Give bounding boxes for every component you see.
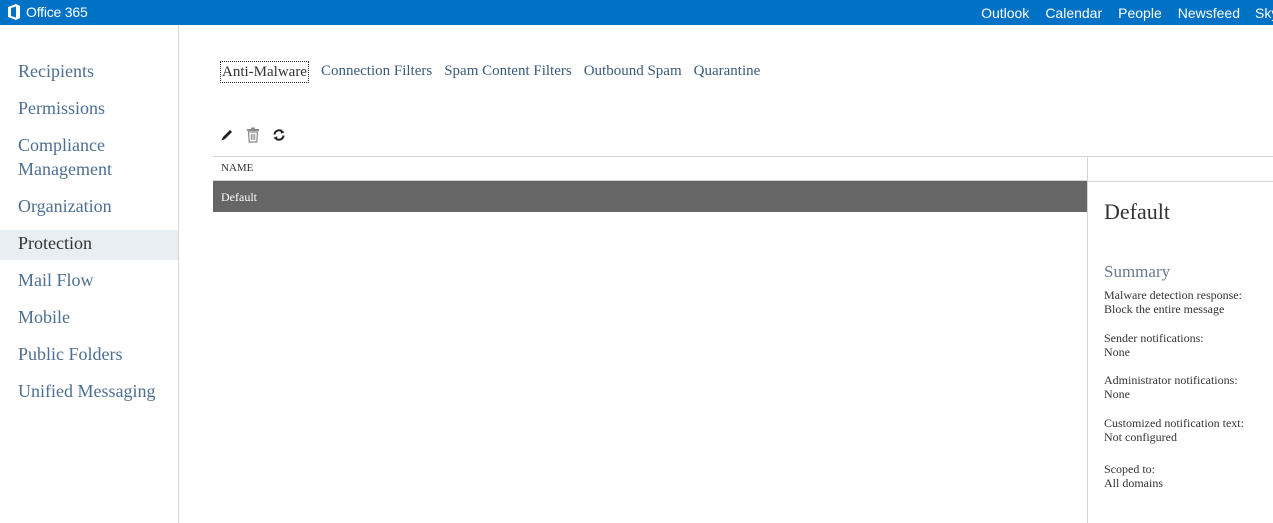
column-header-name[interactable]: NAME <box>213 156 1087 181</box>
office-logo-icon <box>8 4 20 20</box>
field-label: Scoped to: <box>1104 462 1155 476</box>
left-nav: Recipients Permissions Compliance Manage… <box>0 25 179 523</box>
field-label: Malware detection response: <box>1104 288 1242 302</box>
nav-skydrive[interactable]: Sky <box>1255 5 1273 21</box>
nav-item-compliance-line2[interactable]: Management <box>0 157 178 181</box>
field-value: Block the entire message <box>1104 302 1225 316</box>
field-value: Not configured <box>1104 430 1177 444</box>
tab-spam-content-filters[interactable]: Spam Content Filters <box>444 61 572 83</box>
toolbar <box>219 127 297 143</box>
brand[interactable]: Office 365 <box>7 2 88 22</box>
top-nav: Outlook Calendar People Newsfeed Sky <box>965 0 1273 25</box>
nav-item-recipients[interactable]: Recipients <box>0 59 178 83</box>
nav-item-unified-messaging[interactable]: Unified Messaging <box>0 379 178 403</box>
trash-icon <box>247 127 259 143</box>
summary-field-notification-text: Customized notification text: Not config… <box>1104 416 1244 444</box>
nav-people[interactable]: People <box>1118 5 1162 21</box>
field-value: None <box>1104 345 1130 359</box>
top-bar: Office 365 Outlook Calendar People Newsf… <box>0 0 1273 25</box>
tab-outbound-spam[interactable]: Outbound Spam <box>584 61 682 83</box>
summary-field-scoped-to: Scoped to: All domains <box>1104 462 1163 490</box>
details-header <box>1087 156 1273 182</box>
tab-connection-filters[interactable]: Connection Filters <box>321 61 432 83</box>
summary-field-malware-response: Malware detection response: Block the en… <box>1104 288 1242 316</box>
field-value: None <box>1104 387 1130 401</box>
nav-newsfeed[interactable]: Newsfeed <box>1178 5 1240 21</box>
delete-button[interactable] <box>245 127 261 143</box>
tab-anti-malware[interactable]: Anti-Malware <box>220 61 309 83</box>
refresh-button[interactable] <box>271 127 287 143</box>
nav-item-compliance[interactable]: Compliance <box>0 133 178 157</box>
summary-heading: Summary <box>1104 262 1171 281</box>
brand-name: Office 365 <box>26 4 88 20</box>
pencil-icon <box>221 130 232 141</box>
list-row-default[interactable]: Default <box>213 181 1087 212</box>
nav-calendar[interactable]: Calendar <box>1045 5 1102 21</box>
field-label: Administrator notifications: <box>1104 373 1238 387</box>
field-label: Customized notification text: <box>1104 416 1244 430</box>
details-pane: Default Summary Malware detection respon… <box>1087 182 1273 523</box>
policy-list: NAME Default <box>213 156 1087 212</box>
nav-item-mobile[interactable]: Mobile <box>0 305 178 329</box>
tab-bar: Anti-Malware Connection Filters Spam Con… <box>220 61 772 83</box>
refresh-icon <box>273 129 285 141</box>
tab-quarantine[interactable]: Quarantine <box>694 61 761 83</box>
summary-field-admin-notifications: Administrator notifications: None <box>1104 373 1238 401</box>
nav-outlook[interactable]: Outlook <box>981 5 1029 21</box>
edit-button[interactable] <box>219 127 235 143</box>
nav-item-permissions[interactable]: Permissions <box>0 96 178 120</box>
field-value: All domains <box>1104 476 1163 490</box>
details-title: Default <box>1104 199 1170 224</box>
nav-item-mail-flow[interactable]: Mail Flow <box>0 268 178 292</box>
nav-item-protection[interactable]: Protection <box>0 230 178 260</box>
nav-item-organization[interactable]: Organization <box>0 194 178 218</box>
nav-item-public-folders[interactable]: Public Folders <box>0 342 178 366</box>
summary-field-sender-notifications: Sender notifications: None <box>1104 331 1204 359</box>
field-label: Sender notifications: <box>1104 331 1204 345</box>
